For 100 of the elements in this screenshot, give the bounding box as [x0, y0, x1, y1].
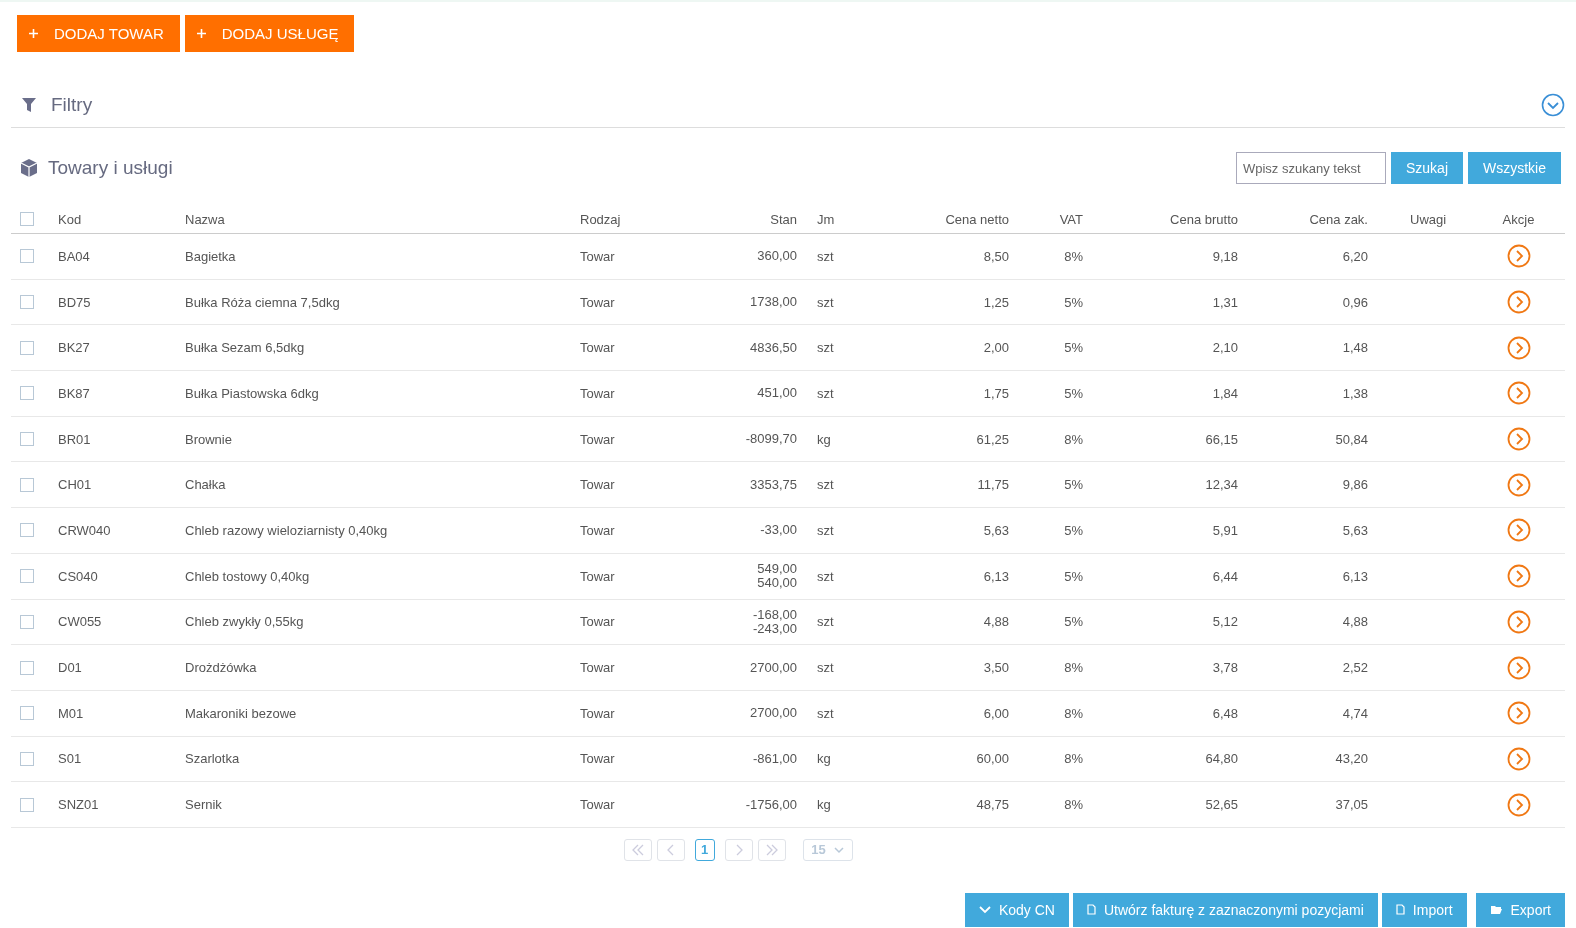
search-button[interactable]: Szukaj: [1390, 152, 1463, 184]
chevron-circle-icon[interactable]: [1506, 244, 1531, 269]
table-cell: 6,00: [983, 705, 1009, 721]
last-page-button[interactable]: [757, 838, 786, 861]
table-cell: szt: [817, 614, 834, 630]
chevron-left-icon: [665, 843, 676, 856]
row-checkbox[interactable]: [20, 523, 34, 538]
row-checkbox[interactable]: [20, 751, 34, 766]
chevron-circle-icon[interactable]: [1506, 701, 1531, 726]
row-checkbox[interactable]: [20, 614, 34, 629]
table-cell: 8%: [1064, 705, 1083, 721]
expand-icon[interactable]: [1541, 92, 1565, 117]
chevron-circle-icon[interactable]: [1506, 564, 1531, 589]
search-button[interactable]: Wszystkie: [1468, 152, 1561, 184]
table-cell: Chleb zwykły 0,55kg: [185, 614, 304, 630]
table-cell: 8%: [1064, 431, 1083, 447]
next-page-button[interactable]: [724, 838, 753, 861]
table-cell: 8%: [1064, 660, 1083, 676]
plus-icon: [196, 29, 206, 38]
column-header: Stan: [770, 211, 797, 227]
row-checkbox[interactable]: [20, 706, 34, 721]
row-checkbox[interactable]: [20, 249, 34, 264]
table-cell: 5%: [1064, 614, 1083, 630]
column-header: VAT: [1059, 211, 1083, 227]
table-cell: 43,20: [1335, 751, 1368, 767]
table-cell: 37,05: [1335, 797, 1368, 813]
table-cell: szt: [817, 340, 834, 356]
action-button[interactable]: Import: [1381, 892, 1467, 927]
table-cell: BA04: [58, 248, 90, 264]
search-field[interactable]: Wpisz szukany tekst: [1235, 152, 1386, 184]
table-cell: 5%: [1064, 294, 1083, 310]
table-cell: 5%: [1064, 477, 1083, 493]
row-checkbox[interactable]: [20, 569, 34, 584]
chevron-circle-icon[interactable]: [1506, 427, 1531, 452]
table-cell: szt: [817, 705, 834, 721]
column-header: Cena netto: [945, 211, 1009, 227]
add-button[interactable]: DODAJ USŁUGĘ: [184, 15, 355, 52]
table-cell: kg: [817, 431, 831, 447]
caret-icon: [833, 845, 844, 854]
table-cell: Towar: [580, 431, 615, 447]
table-cell: 1,38: [1342, 385, 1368, 401]
table-cell: 2700,00: [750, 706, 797, 721]
chevron-circle-icon[interactable]: [1506, 472, 1531, 497]
action-button[interactable]: Kody CN: [964, 892, 1069, 927]
column-header: Uwagi: [1410, 211, 1447, 227]
column-header: Kod: [58, 211, 82, 227]
row-checkbox[interactable]: [20, 477, 34, 492]
row-checkbox[interactable]: [20, 432, 34, 447]
chevron-circle-icon[interactable]: [1506, 335, 1531, 360]
table-cell: 1,31: [1212, 294, 1238, 310]
table-cell: 2,10: [1212, 340, 1238, 356]
chevron-circle-icon[interactable]: [1506, 609, 1531, 634]
table-cell: CRW040: [58, 522, 111, 538]
row-checkbox[interactable]: [20, 660, 34, 675]
row-checkbox[interactable]: [20, 797, 34, 812]
table-cell: 1738,00: [750, 295, 797, 310]
chevron-circle-icon[interactable]: [1506, 655, 1531, 680]
table-cell: Makaroniki bezowe: [185, 705, 297, 721]
row-checkbox[interactable]: [20, 386, 34, 401]
action-button[interactable]: Utwórz fakturę z zaznaczonymi pozycjami: [1072, 892, 1378, 927]
table-cell: kg: [817, 797, 831, 813]
chevron-circle-icon[interactable]: [1506, 518, 1531, 543]
table-cell: Drożdżówka: [185, 660, 257, 676]
table-cell: 2,52: [1342, 660, 1368, 676]
table-cell: 5,63: [1342, 522, 1368, 538]
chevron-circle-icon[interactable]: [1506, 381, 1531, 406]
add-button[interactable]: DODAJ TOWAR: [17, 15, 180, 52]
select-all-checkbox[interactable]: [20, 212, 34, 226]
table-cell: 5%: [1064, 385, 1083, 401]
chevron-circle-icon[interactable]: [1506, 746, 1531, 771]
table-cell: 2700,00: [750, 660, 797, 675]
table-cell: 9,86: [1342, 477, 1368, 493]
table-cell: -243,00: [752, 621, 797, 636]
page-button[interactable]: 1: [694, 838, 715, 861]
first-page-button[interactable]: [623, 838, 652, 861]
table-cell: -33,00: [760, 523, 797, 538]
table-cell: 5,91: [1212, 522, 1238, 538]
column-header: Cena brutto: [1170, 211, 1238, 227]
table-cell: Towar: [580, 477, 615, 493]
row-checkbox[interactable]: [20, 340, 34, 355]
table-cell: 3,78: [1212, 660, 1238, 676]
table-cell: 8,50: [983, 248, 1009, 264]
chevron-circle-icon[interactable]: [1506, 290, 1531, 315]
table-cell: SNZ01: [58, 797, 99, 813]
table-cell: Towar: [580, 614, 615, 630]
table-cell: 549,00: [757, 562, 797, 577]
table-cell: szt: [817, 568, 834, 584]
action-button[interactable]: Export: [1475, 892, 1565, 927]
table-cell: 1,75: [983, 385, 1009, 401]
table-cell: 8%: [1064, 751, 1083, 767]
page-size-select[interactable]: 15: [802, 838, 853, 861]
table-cell: BK27: [58, 340, 90, 356]
table-cell: 50,84: [1335, 431, 1368, 447]
row-checkbox[interactable]: [20, 295, 34, 310]
table-cell: 4836,50: [750, 340, 797, 355]
table-cell: 4,74: [1342, 705, 1368, 721]
table-cell: BD75: [58, 294, 91, 310]
box-icon: [19, 158, 39, 178]
chevron-circle-icon[interactable]: [1506, 792, 1531, 817]
previous-page-button[interactable]: [656, 838, 685, 861]
